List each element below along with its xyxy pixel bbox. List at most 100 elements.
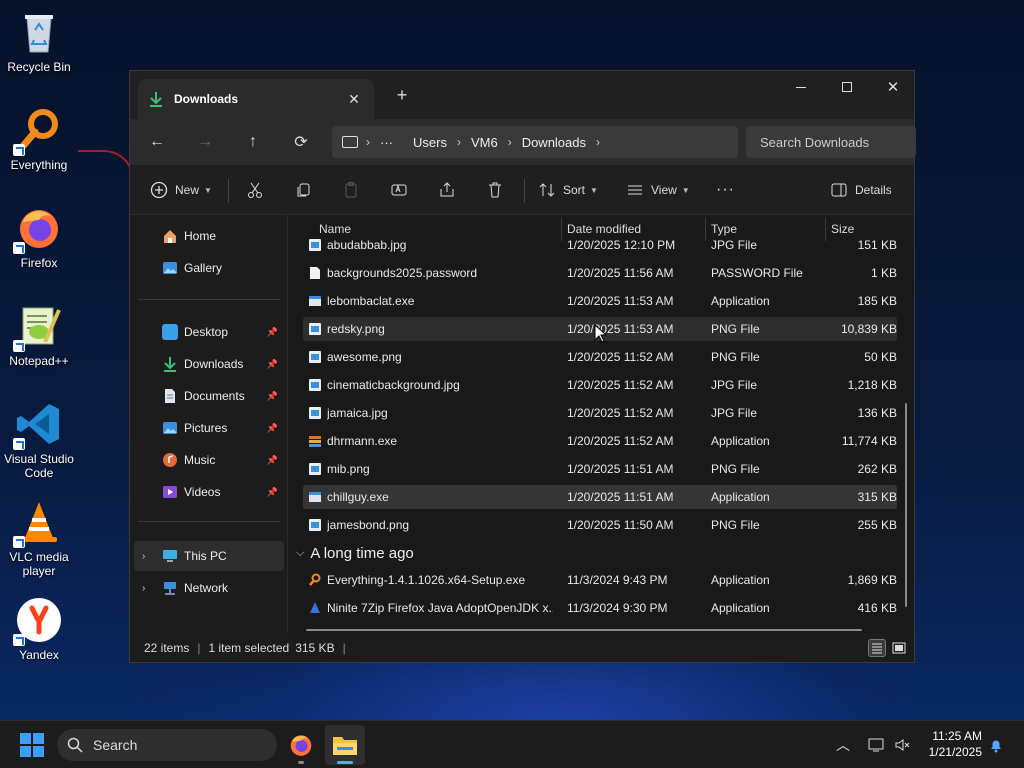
file-type: PASSWORD File — [711, 266, 803, 280]
rename-button[interactable] — [390, 175, 408, 205]
view-button[interactable]: View ▼ — [626, 175, 690, 205]
taskbar-firefox[interactable] — [281, 725, 321, 765]
breadcrumb-vm6[interactable]: VM6 — [471, 135, 498, 150]
sidebar-item-music[interactable]: Music 📌 — [134, 445, 284, 475]
desktop-icon-everything[interactable]: Everything — [2, 106, 76, 172]
image-file-icon — [309, 351, 321, 363]
file-row[interactable]: jamaica.jpg 1/20/2025 11:52 AM JPG File … — [303, 401, 897, 425]
notepad-plus-plus-icon — [13, 302, 63, 352]
file-row[interactable]: backgrounds2025.password 1/20/2025 11:56… — [303, 261, 897, 285]
navigation-pane[interactable]: Home Gallery Desktop 📌 Downloads 📌 Docum… — [130, 215, 288, 635]
file-name: backgrounds2025.password — [327, 266, 478, 280]
desktop-icon-yandex[interactable]: Yandex — [2, 596, 76, 662]
taskbar-file-explorer[interactable] — [325, 725, 365, 765]
breadcrumb-ellipsis[interactable]: ··· — [380, 135, 393, 150]
sidebar-item-downloads[interactable]: Downloads 📌 — [134, 349, 284, 379]
details-view-toggle[interactable] — [868, 639, 886, 657]
breadcrumb-users[interactable]: Users — [413, 135, 447, 150]
sidebar-item-gallery[interactable]: Gallery — [134, 253, 284, 283]
sort-button[interactable]: Sort ▼ — [538, 175, 598, 205]
close-window-button[interactable]: ✕ — [870, 71, 916, 103]
new-tab-button[interactable]: + — [392, 85, 412, 106]
sidebar-item-network[interactable]: › Network — [134, 573, 284, 603]
desktop-icon-vscode[interactable]: Visual Studio Code — [2, 400, 76, 480]
file-row[interactable]: Everything-1.4.1.1026.x64-Setup.exe 11/3… — [303, 568, 897, 592]
file-row[interactable]: dhrmann.exe 1/20/2025 11:52 AM Applicati… — [303, 429, 897, 453]
cut-button[interactable] — [246, 175, 264, 205]
chevron-right-icon[interactable]: › — [366, 135, 370, 149]
yandex-icon — [13, 596, 63, 646]
desktop-icon-vlc[interactable]: VLC media player — [2, 498, 76, 578]
tray-volume[interactable] — [894, 721, 910, 768]
minimize-button[interactable] — [778, 71, 824, 103]
file-date: 1/20/2025 11:53 AM — [567, 322, 674, 336]
pin-icon[interactable]: 📌 — [267, 327, 278, 338]
chevron-right-icon[interactable]: › — [457, 135, 461, 149]
title-bar[interactable]: Downloads ✕ + ✕ — [130, 71, 914, 119]
details-pane-button[interactable]: Details — [830, 175, 892, 205]
chevron-right-icon[interactable]: › — [142, 583, 145, 594]
file-size: 10,839 KB — [840, 322, 897, 336]
file-explorer-window[interactable]: Downloads ✕ + ✕ ← → ↑ ⟳ › ··· Users › VM… — [129, 70, 916, 663]
tray-network[interactable] — [868, 721, 886, 768]
file-row[interactable]: jamesbond.png 1/20/2025 11:50 AM PNG Fil… — [303, 513, 897, 537]
up-button[interactable]: ↑ — [238, 127, 268, 157]
pin-icon[interactable]: 📌 — [267, 423, 278, 434]
sidebar-item-documents[interactable]: Documents 📌 — [134, 381, 284, 411]
share-icon — [440, 182, 454, 197]
sidebar-item-this-pc[interactable]: › This PC — [134, 541, 284, 571]
file-row[interactable]: mib.png 1/20/2025 11:51 AM PNG File 262 … — [303, 457, 897, 481]
chevron-down-icon: ▼ — [681, 185, 690, 195]
file-row[interactable]: abudabbab.jpg 1/20/2025 12:10 PM JPG Fil… — [303, 233, 897, 257]
file-date: 1/20/2025 11:52 AM — [567, 378, 674, 392]
notifications-button[interactable] — [988, 721, 1004, 768]
back-button[interactable]: ← — [142, 127, 172, 157]
forward-button[interactable]: → — [190, 127, 220, 157]
desktop-icon-notepad-plus-plus[interactable]: Notepad++ — [2, 302, 76, 368]
share-button[interactable] — [438, 175, 456, 205]
chevron-right-icon[interactable]: › — [596, 135, 600, 149]
pin-icon[interactable]: 📌 — [267, 487, 278, 498]
pin-icon[interactable]: 📌 — [267, 391, 278, 402]
file-list[interactable]: Name Date modified Type Size abudabbab.j… — [288, 215, 914, 635]
desktop-icon-label: Yandex — [19, 648, 59, 662]
pin-icon[interactable]: 📌 — [267, 455, 278, 466]
desktop-icon-firefox[interactable]: Firefox — [2, 204, 76, 270]
search-input[interactable]: Search Downloads — [746, 126, 916, 158]
start-button[interactable] — [20, 733, 44, 757]
maximize-button[interactable] — [824, 71, 870, 103]
refresh-button[interactable]: ⟳ — [286, 127, 316, 157]
file-row[interactable]: Ninite 7Zip Firefox Java AdoptOpenJDK x.… — [303, 596, 897, 620]
file-row[interactable]: cinematicbackground.jpg 1/20/2025 11:52 … — [303, 373, 897, 397]
chevron-right-icon[interactable]: › — [508, 135, 512, 149]
delete-button[interactable] — [486, 175, 504, 205]
recycle-bin-icon — [15, 8, 63, 56]
tray-overflow-button[interactable]: ︿ — [836, 721, 850, 768]
horizontal-scrollbar[interactable] — [306, 629, 862, 631]
more-options-button[interactable]: ··· — [716, 175, 735, 205]
tab-close-icon[interactable]: ✕ — [344, 89, 364, 109]
file-type: Application — [711, 573, 770, 587]
vertical-scrollbar[interactable] — [905, 403, 907, 607]
sidebar-item-home[interactable]: Home — [134, 221, 284, 251]
tab-downloads[interactable]: Downloads ✕ — [138, 79, 374, 119]
sidebar-item-desktop[interactable]: Desktop 📌 — [134, 317, 284, 347]
group-header-long-time-ago[interactable]: ⌵ A long time ago — [296, 545, 414, 562]
address-bar[interactable]: › ··· Users › VM6 › Downloads › — [332, 126, 738, 158]
taskbar-search[interactable]: Search — [57, 729, 277, 761]
file-row[interactable]: lebombaclat.exe 1/20/2025 11:53 AM Appli… — [303, 289, 897, 313]
file-row[interactable]: awesome.png 1/20/2025 11:52 AM PNG File … — [303, 345, 897, 369]
sidebar-item-videos[interactable]: Videos 📌 — [134, 477, 284, 507]
arrow-left-icon: ← — [149, 133, 165, 150]
tiles-view-toggle[interactable] — [890, 639, 908, 657]
file-row-selected[interactable]: chillguy.exe 1/20/2025 11:51 AM Applicat… — [303, 485, 897, 509]
desktop-icon-recycle-bin[interactable]: Recycle Bin — [2, 8, 76, 74]
pin-icon[interactable]: 📌 — [267, 359, 278, 370]
breadcrumb-downloads[interactable]: Downloads — [522, 135, 586, 150]
sidebar-item-pictures[interactable]: Pictures 📌 — [134, 413, 284, 443]
chevron-right-icon[interactable]: › — [142, 551, 145, 562]
paste-button[interactable] — [342, 175, 360, 205]
clock[interactable]: 11:25 AM 1/21/2025 — [929, 728, 982, 760]
copy-button[interactable] — [294, 175, 312, 205]
new-button[interactable]: New ▼ — [150, 175, 212, 205]
